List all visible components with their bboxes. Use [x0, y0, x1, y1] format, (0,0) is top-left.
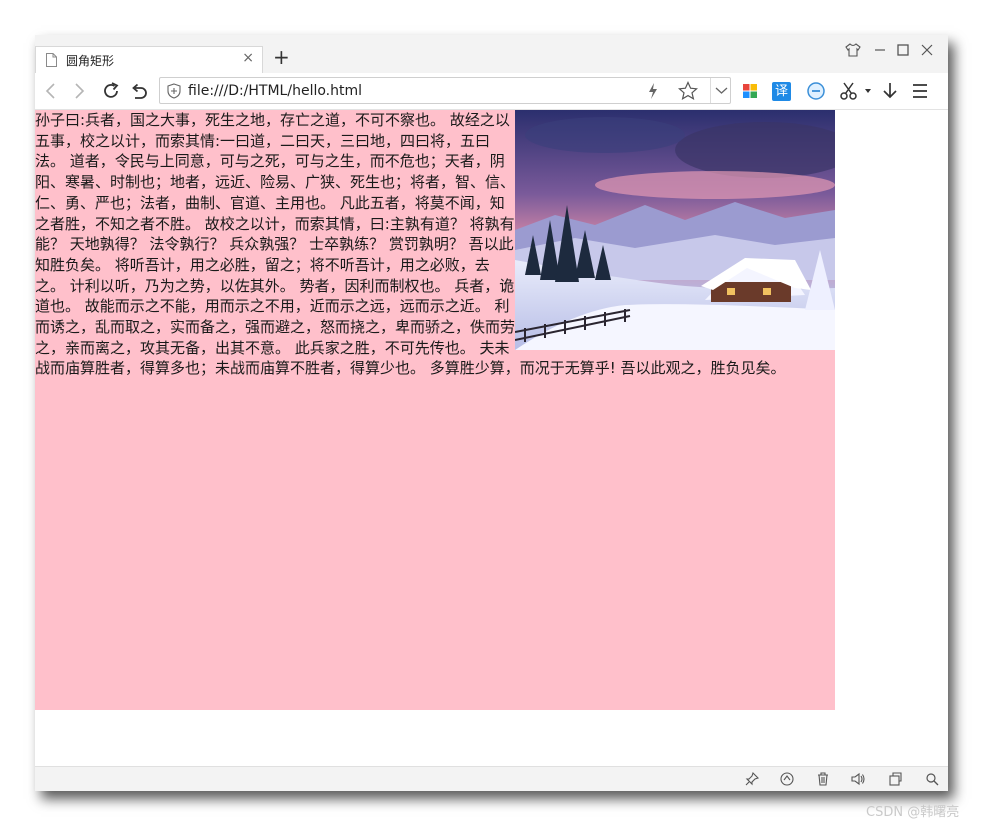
snow-landscape-image — [515, 110, 835, 350]
lightning-icon[interactable] — [647, 82, 659, 100]
forward-icon[interactable] — [71, 81, 87, 101]
download-icon[interactable] — [881, 81, 899, 101]
adblock-icon[interactable] — [806, 81, 826, 101]
menu-icon[interactable] — [911, 81, 929, 101]
shirt-icon[interactable] — [845, 43, 861, 57]
pink-content-box: 孙子曰:兵者，国之大事，死生之地，存亡之道，不可不察也。 故经之以五事，校之以计… — [35, 110, 835, 710]
speaker-icon[interactable] — [850, 771, 866, 787]
window-restore-icon[interactable] — [887, 771, 903, 787]
bookmark-star-icon[interactable] — [678, 81, 698, 101]
apps-grid-icon[interactable] — [742, 83, 758, 99]
scissors-icon[interactable] — [839, 81, 859, 101]
watermark: CSDN @韩曙亮 — [866, 805, 960, 820]
url-text[interactable]: file:///D:/HTML/hello.html — [188, 83, 362, 99]
tab-close-icon[interactable]: × — [242, 50, 254, 66]
address-dropdown[interactable] — [710, 78, 732, 103]
translate-icon: 译 — [774, 84, 788, 99]
new-tab-button[interactable]: + — [273, 47, 290, 67]
undo-icon[interactable] — [129, 81, 149, 101]
browser-window: 圆角矩形 × + file:///D:/HTML/hello.html 译 孙子… — [35, 35, 948, 791]
pin-icon[interactable] — [744, 771, 760, 787]
zoom-search-icon[interactable] — [924, 771, 940, 787]
close-window-icon[interactable] — [920, 43, 934, 57]
page-viewport: 孙子曰:兵者，国之大事，死生之地，存亡之道，不可不察也。 故经之以五事，校之以计… — [35, 110, 948, 766]
address-bar[interactable]: file:///D:/HTML/hello.html — [159, 77, 731, 104]
maximize-icon[interactable] — [896, 43, 910, 57]
chevron-down-icon — [715, 87, 728, 94]
translate-button[interactable]: 译 — [772, 82, 791, 101]
security-shield-icon[interactable] — [167, 83, 181, 99]
tab-strip: 圆角矩形 × + — [35, 35, 948, 73]
refresh-circle-icon[interactable] — [779, 771, 795, 787]
minimize-icon[interactable] — [873, 43, 887, 57]
back-icon[interactable] — [43, 81, 59, 101]
reload-icon[interactable] — [101, 81, 121, 101]
tab-title: 圆角矩形 — [66, 54, 115, 68]
tab-active[interactable]: 圆角矩形 × — [35, 46, 263, 73]
navigation-toolbar: file:///D:/HTML/hello.html 译 — [35, 73, 948, 110]
document-icon — [46, 53, 57, 67]
trash-icon[interactable] — [815, 771, 831, 787]
scissors-dropdown-icon[interactable] — [864, 87, 872, 95]
status-bar — [35, 766, 948, 791]
